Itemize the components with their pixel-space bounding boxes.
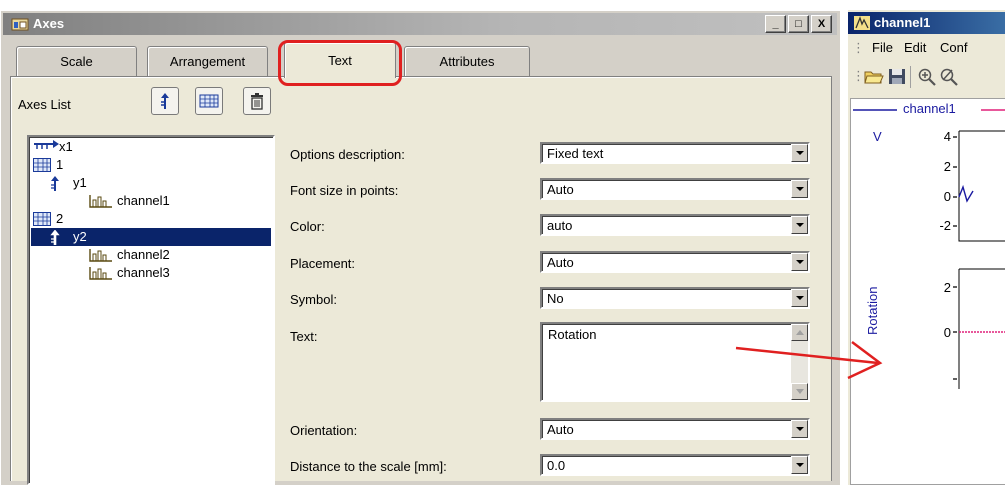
tab-attributes[interactable]: Attributes: [404, 46, 530, 76]
tree-item-x1[interactable]: x1: [29, 138, 273, 156]
font-size-label: Font size in points:: [290, 183, 399, 198]
axes-list-label: Axes List: [18, 97, 71, 112]
save-icon[interactable]: [888, 68, 906, 85]
y-axis-icon: [50, 230, 60, 245]
tab-scale[interactable]: Scale: [16, 46, 137, 76]
menu-conf[interactable]: Conf: [940, 40, 967, 55]
channel-bars-icon: [89, 249, 112, 262]
channel-toolbar: ⋮: [848, 62, 1005, 92]
axis-rotation-label: Rotation: [865, 286, 880, 335]
chevron-down-icon[interactable]: [791, 216, 808, 234]
channel-app-icon: [854, 16, 870, 30]
zoom-in-icon[interactable]: [918, 68, 936, 86]
tree-item-channel1[interactable]: channel1: [29, 192, 273, 210]
chevron-down-icon[interactable]: [791, 456, 808, 474]
axes-tree[interactable]: x1 1 y1 channel1 2 y2 channel2 channel3: [27, 135, 275, 485]
channel-plot[interactable]: channel1 V 4 2 0 -2 2 0 Rotation: [850, 98, 1005, 485]
menu-grip: ⋮: [852, 40, 865, 55]
axes-titlebar[interactable]: Axes _ □ X: [3, 13, 837, 35]
legend-line-channel1: [853, 109, 897, 111]
options-description-select[interactable]: Fixed text: [540, 142, 810, 164]
toolbar-separator: [910, 66, 911, 88]
channel-bars-icon: [89, 195, 112, 208]
symbol-label: Symbol:: [290, 292, 337, 307]
tree-item-y1[interactable]: y1: [29, 174, 273, 192]
chevron-down-icon[interactable]: [791, 144, 808, 162]
channel-bars-icon: [89, 267, 112, 280]
channel-window-title: channel1: [874, 15, 931, 30]
x-axis-icon: [34, 140, 59, 149]
tree-item-arrangement-2[interactable]: 2: [29, 210, 273, 228]
chevron-down-icon[interactable]: [791, 180, 808, 198]
add-axis-icon: [161, 93, 169, 109]
axes-app-icon: [11, 18, 29, 31]
y-tick-label: 0: [943, 189, 951, 204]
y-unit-label: V: [873, 129, 882, 144]
grid-arrangement-icon: [199, 94, 219, 108]
chevron-down-icon[interactable]: [791, 420, 808, 438]
chevron-down-icon[interactable]: [791, 289, 808, 307]
minimize-button[interactable]: _: [765, 15, 786, 33]
y-tick-label: 2: [943, 280, 951, 295]
distance-label: Distance to the scale [mm]:: [290, 459, 447, 474]
open-folder-icon[interactable]: [864, 68, 884, 85]
menu-edit[interactable]: Edit: [904, 40, 926, 55]
y-axis-icon: [51, 176, 59, 191]
legend-label-channel1: channel1: [903, 101, 956, 116]
y-tick-label: 0: [943, 325, 951, 340]
orientation-select[interactable]: Auto: [540, 418, 810, 440]
channel-window: channel1 ⋮ File Edit Conf ⋮ channel1 V 4…: [847, 10, 1005, 485]
annotation-arrow-icon: [735, 341, 883, 380]
tree-item-arrangement-1[interactable]: 1: [29, 156, 273, 174]
color-select[interactable]: auto: [540, 214, 810, 236]
distance-select[interactable]: 0.0: [540, 454, 810, 476]
tree-item-channel3[interactable]: channel3: [29, 264, 273, 282]
tree-item-channel2[interactable]: channel2: [29, 246, 273, 264]
add-arrangement-button[interactable]: [195, 87, 223, 115]
maximize-button[interactable]: □: [788, 15, 809, 33]
zoom-reset-icon[interactable]: [940, 68, 958, 86]
y-tick-label: 2: [943, 159, 951, 174]
delete-axis-button[interactable]: [243, 87, 271, 115]
symbol-select[interactable]: No: [540, 287, 810, 309]
placement-select[interactable]: Auto: [540, 251, 810, 273]
tab-arrangement[interactable]: Arrangement: [147, 46, 268, 76]
grid-arrangement-icon: [33, 212, 51, 226]
placement-label: Placement:: [290, 256, 356, 271]
add-axis-button[interactable]: [151, 87, 179, 115]
chevron-down-icon[interactable]: [791, 253, 808, 271]
text-label: Text:: [290, 329, 318, 344]
legend-line-channel2: [981, 109, 1005, 111]
grid-arrangement-icon: [33, 158, 51, 172]
y-tick-label: 4: [943, 129, 951, 144]
tab-text[interactable]: Text: [284, 42, 396, 78]
tree-item-y2[interactable]: y2: [31, 228, 271, 246]
y-tick-label: -2: [939, 218, 951, 233]
trash-icon: [251, 92, 263, 110]
color-label: Color:: [290, 219, 325, 234]
options-description-label: Options description:: [290, 147, 405, 162]
orientation-label: Orientation:: [290, 423, 358, 438]
plot-axes: [953, 130, 1005, 389]
channel-titlebar[interactable]: channel1: [848, 12, 1005, 34]
menu-file[interactable]: File: [872, 40, 893, 55]
close-button[interactable]: X: [811, 15, 832, 33]
font-size-select[interactable]: Auto: [540, 178, 810, 200]
axes-window-title: Axes: [33, 16, 65, 31]
